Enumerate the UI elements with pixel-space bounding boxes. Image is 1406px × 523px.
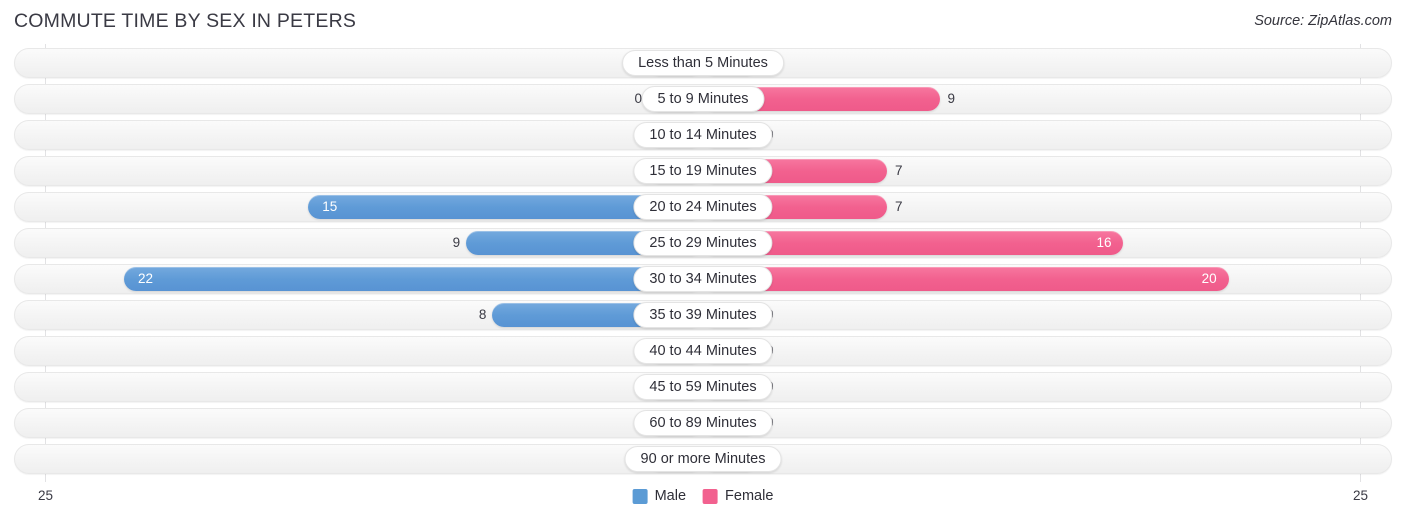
- category-label: 20 to 24 Minutes: [633, 194, 773, 220]
- bar-value-male: 15: [322, 199, 338, 214]
- bar-value-female: 7: [894, 163, 903, 178]
- diverging-bar-chart: 00Less than 5 Minutes 0 9 5 to 9 Minutes 001…: [0, 44, 1406, 482]
- category-label: 40 to 44 Minutes: [633, 338, 773, 364]
- category-label: 60 to 89 Minutes: [633, 410, 773, 436]
- bar-value-female: 7: [894, 199, 903, 214]
- axis-tick-left: 25: [38, 488, 54, 503]
- category-label: 90 or more Minutes: [624, 446, 782, 472]
- legend-item-male[interactable]: Male: [632, 488, 687, 504]
- chart-axis-legend-area: 25 25 Male Female: [0, 484, 1406, 518]
- category-label: 25 to 29 Minutes: [633, 230, 773, 256]
- bar-value-female: 9: [947, 91, 956, 106]
- bar-value-female: 20: [1201, 271, 1217, 286]
- category-label: 15 to 19 Minutes: [633, 158, 773, 184]
- table-row[interactable]: 0715 to 19 Minutes: [14, 156, 1392, 186]
- category-label: 10 to 14 Minutes: [633, 122, 773, 148]
- bar-value-male: 0: [634, 91, 642, 106]
- bar-male[interactable]: [123, 267, 703, 291]
- bar-value-male: 22: [137, 271, 153, 286]
- bar-value-male: 8: [478, 307, 487, 322]
- legend-item-female[interactable]: Female: [703, 488, 773, 504]
- category-label: 35 to 39 Minutes: [633, 302, 773, 328]
- category-label: 5 to 9 Minutes: [641, 86, 765, 112]
- legend-label-female: Female: [725, 488, 774, 504]
- axis-tick-right: 25: [1352, 488, 1368, 503]
- category-label: 45 to 59 Minutes: [633, 374, 773, 400]
- table-row[interactable]: 8035 to 39 Minutes: [14, 300, 1392, 330]
- bar-female[interactable]: [703, 267, 1229, 291]
- table-row[interactable]: 0040 to 44 Minutes: [14, 336, 1392, 366]
- table-row[interactable]: 00Less than 5 Minutes: [14, 48, 1392, 78]
- category-label: 30 to 34 Minutes: [633, 266, 773, 292]
- legend-swatch-male-icon: [632, 488, 648, 504]
- legend-label-male: Male: [654, 488, 687, 504]
- table-row[interactable]: 0 9 5 to 9 Minutes: [14, 84, 1392, 114]
- chart-header: COMMUTE TIME BY SEX IN PETERS Source: Zi…: [0, 0, 1406, 42]
- table-row[interactable]: 0090 or more Minutes: [14, 444, 1392, 474]
- bar-value-male: 9: [452, 235, 461, 250]
- table-row[interactable]: 0045 to 59 Minutes: [14, 372, 1392, 402]
- table-row[interactable]: 22 20 30 to 34 Minutes: [14, 264, 1392, 294]
- category-label: Less than 5 Minutes: [622, 50, 784, 76]
- legend-swatch-female-icon: [703, 488, 719, 504]
- table-row[interactable]: 15 7 20 to 24 Minutes: [14, 192, 1392, 222]
- page-title: COMMUTE TIME BY SEX IN PETERS: [14, 10, 357, 32]
- source-attribution: Source: ZipAtlas.com: [1254, 13, 1392, 29]
- table-row[interactable]: 0060 to 89 Minutes: [14, 408, 1392, 438]
- chart-legend: Male Female: [632, 488, 773, 504]
- table-row[interactable]: 0010 to 14 Minutes: [14, 120, 1392, 150]
- table-row[interactable]: 9 16 25 to 29 Minutes: [14, 228, 1392, 258]
- bar-value-female: 16: [1096, 235, 1112, 250]
